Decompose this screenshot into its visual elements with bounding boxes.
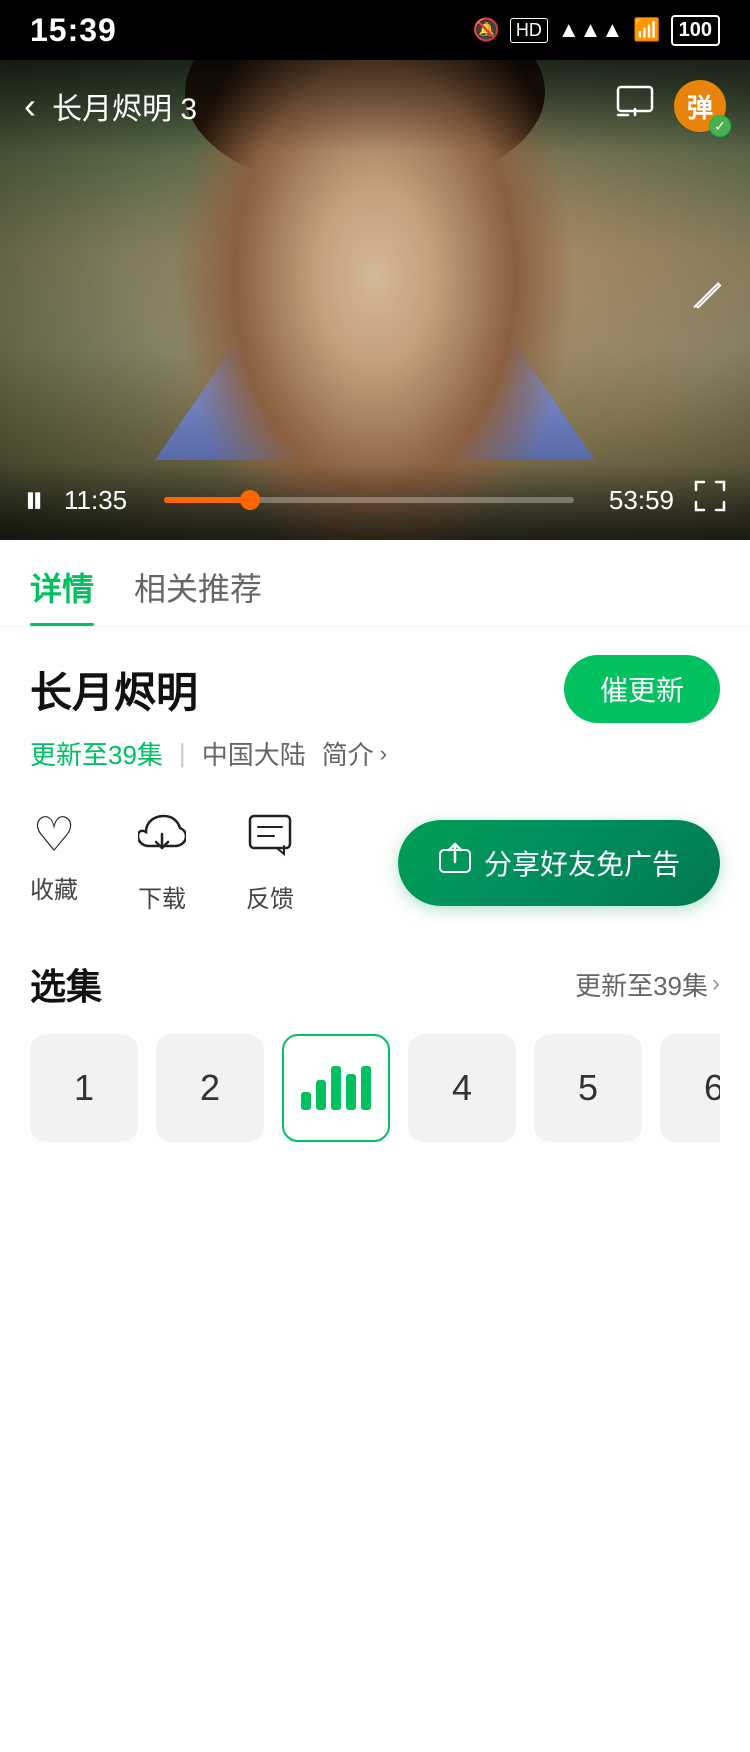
episode-bars xyxy=(301,1066,371,1110)
intro-link[interactable]: 简介 › xyxy=(322,735,387,772)
meta-divider-1: | xyxy=(179,738,186,769)
current-time: 11:35 xyxy=(64,485,144,516)
episode-section: 选集 更新至39集 › 1 2 xyxy=(0,934,750,1172)
fullscreen-button[interactable] xyxy=(694,480,726,520)
signal-icon: ▲▲▲ xyxy=(558,17,623,43)
bar-4 xyxy=(346,1074,356,1110)
edit-button[interactable] xyxy=(690,278,726,323)
tab-detail[interactable]: 详情 xyxy=(30,564,94,626)
battery-level: 100 xyxy=(679,19,712,42)
urge-button[interactable]: 催更新 xyxy=(564,655,720,723)
intro-arrow: › xyxy=(380,741,387,767)
feedback-label: 反馈 xyxy=(246,879,294,914)
episode-grid: 1 2 4 5 xyxy=(30,1034,720,1142)
player-top-right: 弹 ✓ xyxy=(616,80,726,132)
show-title: 长月烬明 xyxy=(30,659,198,720)
feedback-button[interactable]: 反馈 xyxy=(246,812,294,914)
danmu-char: 弹 xyxy=(687,88,713,125)
cast-button[interactable] xyxy=(616,85,654,128)
episode-num-1: 1 xyxy=(74,1067,94,1109)
status-bar: 15:39 🔕 HD ▲▲▲ 📶 100 xyxy=(0,0,750,60)
episode-more-link[interactable]: 更新至39集 › xyxy=(575,966,720,1003)
show-meta: 更新至39集 | 中国大陆 简介 › xyxy=(30,735,720,772)
player-top-bar: ‹ 长月烬明 3 弹 ✓ xyxy=(0,60,750,152)
episode-item-1[interactable]: 1 xyxy=(30,1034,138,1142)
video-player[interactable]: ‹ 长月烬明 3 弹 ✓ ⏸ 1 xyxy=(0,60,750,540)
total-time: 53:59 xyxy=(594,485,674,516)
content-area: 详情 相关推荐 长月烬明 催更新 更新至39集 | 中国大陆 简介 › ♡ 收藏 xyxy=(0,540,750,1752)
episode-more-arrow: › xyxy=(712,970,720,998)
share-label: 分享好友免广告 xyxy=(484,843,680,883)
player-top-left: ‹ 长月烬明 3 xyxy=(24,84,197,128)
episode-item-2[interactable]: 2 xyxy=(156,1034,264,1142)
show-region: 中国大陆 xyxy=(202,735,306,772)
progress-bar[interactable] xyxy=(164,497,574,503)
bar-5 xyxy=(361,1066,371,1110)
favorite-button[interactable]: ♡ 收藏 xyxy=(30,812,78,905)
status-icons: 🔕 HD ▲▲▲ 📶 100 xyxy=(472,15,720,46)
player-bottom-bar: ⏸ 11:35 53:59 xyxy=(0,464,750,540)
episode-num-2: 2 xyxy=(200,1067,220,1109)
bar-1 xyxy=(301,1092,311,1110)
episode-item-5[interactable]: 5 xyxy=(534,1034,642,1142)
feedback-icon xyxy=(246,812,294,869)
danmu-button[interactable]: 弹 ✓ xyxy=(674,80,726,132)
progress-fill xyxy=(164,497,250,503)
episode-item-3[interactable] xyxy=(282,1034,390,1142)
wifi-icon: 📶 xyxy=(633,17,660,43)
episode-header: 选集 更新至39集 › xyxy=(30,958,720,1010)
show-info: 长月烬明 催更新 更新至39集 | 中国大陆 简介 › xyxy=(0,627,750,792)
episode-more-label: 更新至39集 xyxy=(575,966,708,1003)
episode-num-4: 4 xyxy=(452,1067,472,1109)
download-label: 下载 xyxy=(138,879,186,914)
player-title: 长月烬明 3 xyxy=(52,84,197,128)
action-buttons: ♡ 收藏 下载 xyxy=(30,812,294,914)
episode-num-5: 5 xyxy=(578,1067,598,1109)
favorite-icon: ♡ xyxy=(32,812,75,860)
episode-item-4[interactable]: 4 xyxy=(408,1034,516,1142)
back-button[interactable]: ‹ xyxy=(24,88,36,124)
show-title-row: 长月烬明 催更新 xyxy=(30,655,720,723)
danmu-check: ✓ xyxy=(709,115,731,137)
tab-bar: 详情 相关推荐 xyxy=(0,540,750,627)
action-row: ♡ 收藏 下载 xyxy=(0,792,750,934)
tab-related[interactable]: 相关推荐 xyxy=(134,564,262,626)
favorite-label: 收藏 xyxy=(30,870,78,905)
hd-label: HD xyxy=(510,18,548,43)
battery-indicator: 100 xyxy=(671,15,720,46)
intro-label: 简介 xyxy=(322,735,374,772)
share-button[interactable]: 分享好友免广告 xyxy=(398,820,720,906)
download-button[interactable]: 下载 xyxy=(138,812,186,914)
progress-thumb xyxy=(240,490,260,510)
player-controls: ⏸ 11:35 53:59 xyxy=(24,480,726,520)
play-pause-button[interactable]: ⏸ xyxy=(24,480,44,520)
status-time: 15:39 xyxy=(30,12,117,49)
episode-num-6: 6 xyxy=(704,1067,720,1109)
share-icon xyxy=(438,842,472,884)
page-spacer xyxy=(0,1172,750,1752)
bar-3 xyxy=(331,1066,341,1110)
episode-title: 选集 xyxy=(30,958,102,1010)
mute-icon: 🔕 xyxy=(472,17,499,43)
episode-item-6[interactable]: 6 xyxy=(660,1034,720,1142)
download-icon xyxy=(138,812,186,869)
bar-2 xyxy=(316,1080,326,1110)
episode-count: 更新至39集 xyxy=(30,735,163,772)
